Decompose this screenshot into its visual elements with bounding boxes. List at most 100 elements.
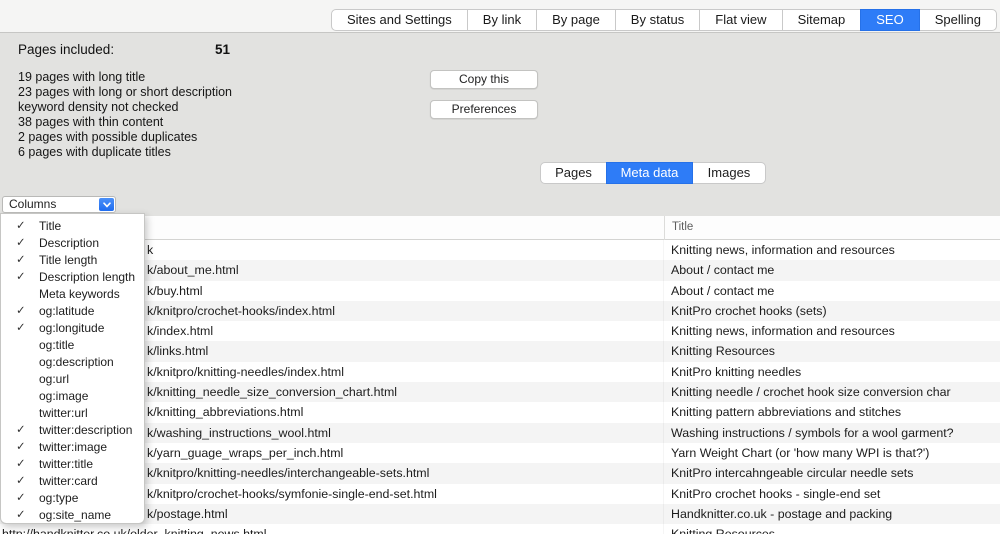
title-cell: Yarn Weight Chart (or 'how many WPI is t… — [664, 443, 1000, 463]
pages-included-value: 51 — [215, 42, 230, 57]
tab-seo[interactable]: SEO — [860, 9, 919, 31]
tab-by-status[interactable]: By status — [615, 9, 700, 31]
title-cell: Knitting Resources — [664, 341, 1000, 361]
tab-sites-and-settings[interactable]: Sites and Settings — [331, 9, 468, 31]
table-row[interactable]: k/knitpro/knitting-needles/index.htmlKni… — [0, 362, 1000, 382]
title-cell: About / contact me — [664, 281, 1000, 301]
summary-line: keyword density not checked — [18, 100, 232, 115]
title-cell: KnitPro intercahngeable circular needle … — [664, 463, 1000, 483]
url-cell: http://handknitter.co.uk/older_knitting_… — [0, 524, 664, 534]
menu-item-label: Meta keywords — [39, 287, 120, 301]
title-column-header[interactable]: Title — [672, 216, 693, 239]
preferences-button[interactable]: Preferences — [430, 100, 538, 119]
tab-sitemap[interactable]: Sitemap — [782, 9, 862, 31]
title-cell: Knitting Resources — [664, 524, 1000, 534]
table-row[interactable]: k/links.htmlKnitting Resources — [0, 341, 1000, 361]
menu-item-twitter-card[interactable]: ✓ twitter:card — [1, 473, 144, 490]
checkmark-icon: ✓ — [16, 422, 32, 439]
menu-item-label: twitter:title — [39, 457, 93, 471]
table-header: Title — [0, 216, 1000, 240]
table-row[interactable]: k/washing_instructions_wool.htmlWashing … — [0, 423, 1000, 443]
table-row[interactable]: http://handknitter.co.uk/older_knitting_… — [0, 524, 1000, 534]
summary-line: 19 pages with long title — [18, 70, 232, 85]
menu-item-og-image[interactable]: og:image — [1, 388, 144, 405]
tab-by-page[interactable]: By page — [536, 9, 616, 31]
menu-item-og-description[interactable]: og:description — [1, 354, 144, 371]
table-row[interactable]: k/yarn_guage_wraps_per_inch.htmlYarn Wei… — [0, 443, 1000, 463]
menu-item-meta-keywords[interactable]: Meta keywords — [1, 286, 144, 303]
menu-item-og-longitude[interactable]: ✓og:longitude — [1, 320, 144, 337]
menu-item-label: Title — [39, 219, 61, 233]
title-cell: Washing instructions / symbols for a woo… — [664, 423, 1000, 443]
menu-item-twitter-description[interactable]: ✓ twitter:description — [1, 422, 144, 439]
checkmark-icon: ✓ — [16, 439, 32, 456]
pages-included-label: Pages included: — [18, 42, 114, 57]
table-row[interactable]: k/knitpro/crochet-hooks/index.htmlKnitPr… — [0, 301, 1000, 321]
menu-item-label: twitter:card — [39, 474, 98, 488]
table-row[interactable]: k/knitpro/crochet-hooks/symfonie-single-… — [0, 484, 1000, 504]
menu-item-label: Title length — [39, 253, 97, 267]
segment-pages[interactable]: Pages — [540, 162, 607, 184]
summary-line: 2 pages with possible duplicates — [18, 130, 232, 145]
checkmark-icon: ✓ — [16, 490, 32, 507]
table-row[interactable]: k/knitting_needle_size_conversion_chart.… — [0, 382, 1000, 402]
menu-item-title[interactable]: ✓Title — [1, 218, 144, 235]
checkmark-icon: ✓ — [16, 252, 32, 269]
column-divider[interactable] — [664, 216, 665, 240]
menu-item-label: og:type — [39, 491, 78, 505]
menu-item-label: og:site_name — [39, 508, 111, 522]
pages-included: Pages included: 51 — [18, 42, 232, 60]
tab-spelling[interactable]: Spelling — [919, 9, 997, 31]
menu-item-twitter-title[interactable]: ✓ twitter:title — [1, 456, 144, 473]
menu-item-label: og:image — [39, 389, 88, 403]
checkmark-icon: ✓ — [16, 456, 32, 473]
menu-item-og-title[interactable]: og:title — [1, 337, 144, 354]
menu-item-title-length[interactable]: ✓ Title length — [1, 252, 144, 269]
title-cell: About / contact me — [664, 260, 1000, 280]
tab-by-link[interactable]: By link — [467, 9, 537, 31]
seo-summary: Pages included: 51 19 pages with long ti… — [18, 42, 232, 160]
table-row[interactable]: kKnitting news, information and resource… — [0, 240, 1000, 260]
copy-this-button[interactable]: Copy this — [430, 70, 538, 89]
menu-item-label: og:latitude — [39, 304, 94, 318]
tab-flat-view[interactable]: Flat view — [699, 9, 782, 31]
title-cell: Knitting news, information and resources — [664, 240, 1000, 260]
table-row[interactable]: k/postage.htmlHandknitter.co.uk - postag… — [0, 504, 1000, 524]
summary-line: 23 pages with long or short description — [18, 85, 232, 100]
menu-item-description[interactable]: ✓Description — [1, 235, 144, 252]
toolbar: Sites and SettingsBy linkBy pageBy statu… — [0, 0, 1000, 33]
menu-item-label: Description length — [39, 270, 135, 284]
checkmark-icon: ✓ — [16, 473, 32, 490]
results-table: kKnitting news, information and resource… — [0, 240, 1000, 534]
menu-item-label: twitter:image — [39, 440, 107, 454]
table-row[interactable]: k/index.htmlKnitting news, information a… — [0, 321, 1000, 341]
menu-item-twitter-image[interactable]: ✓ twitter:image — [1, 439, 144, 456]
columns-popup-label: Columns — [9, 197, 56, 212]
table-row[interactable]: k/knitpro/knitting-needles/interchangeab… — [0, 463, 1000, 483]
checkmark-icon: ✓ — [16, 269, 32, 286]
menu-item-label: twitter:url — [39, 406, 88, 420]
table-row[interactable]: k/about_me.htmlAbout / contact me — [0, 260, 1000, 280]
menu-item-og-url[interactable]: og:url — [1, 371, 144, 388]
table-row[interactable]: k/buy.htmlAbout / contact me — [0, 281, 1000, 301]
menu-item-description-length[interactable]: ✓ Description length — [1, 269, 144, 286]
title-cell: KnitPro knitting needles — [664, 362, 1000, 382]
checkmark-icon: ✓ — [16, 507, 32, 524]
menu-item-og-type[interactable]: ✓ og:type — [1, 490, 144, 507]
chevron-down-icon — [99, 198, 114, 211]
table-row[interactable]: k/knitting_abbreviations.htmlKnitting pa… — [0, 402, 1000, 422]
summary-line: 6 pages with duplicate titles — [18, 145, 232, 160]
menu-item-og-latitude[interactable]: ✓og:latitude — [1, 303, 144, 320]
menu-item-og-site-name[interactable]: ✓ og:site_name — [1, 507, 144, 524]
segment-images[interactable]: Images — [692, 162, 766, 184]
menu-item-label: og:description — [39, 355, 114, 369]
segment-meta-data[interactable]: Meta data — [606, 162, 693, 184]
columns-popup-button[interactable]: Columns — [2, 196, 116, 213]
checkmark-icon: ✓ — [16, 320, 32, 337]
menu-item-label: twitter:description — [39, 423, 132, 437]
title-cell: Knitting news, information and resources — [664, 321, 1000, 341]
summary-line: 38 pages with thin content — [18, 115, 232, 130]
menu-item-twitter-url[interactable]: twitter:url — [1, 405, 144, 422]
menu-item-label: og:url — [39, 372, 69, 386]
title-cell: Knitting pattern abbreviations and stitc… — [664, 402, 1000, 422]
